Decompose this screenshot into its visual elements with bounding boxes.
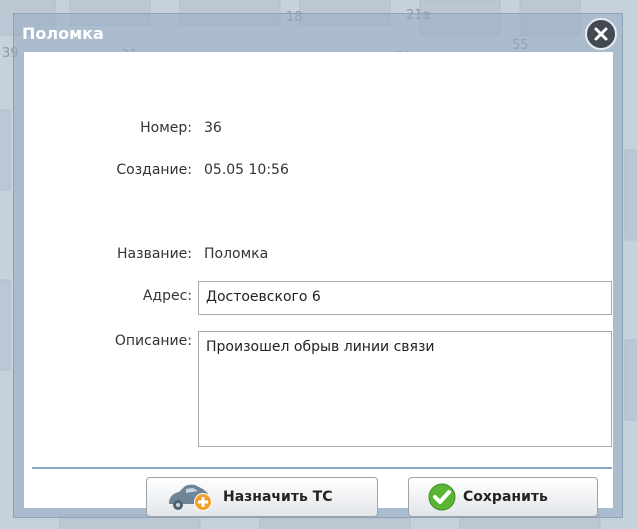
footer-divider: [32, 467, 612, 469]
breakdown-dialog: Поломка Номер: 36 Создание: 05.05 10:56 …: [13, 13, 623, 518]
address-input[interactable]: Достоевского 6: [198, 281, 612, 315]
name-value: Поломка: [204, 246, 269, 262]
dialog-title: Поломка: [22, 24, 104, 43]
address-label: Адрес:: [142, 288, 192, 304]
number-value: 36: [204, 120, 222, 136]
name-label: Название:: [117, 246, 192, 262]
assign-vehicle-button[interactable]: Назначить ТС: [146, 477, 378, 517]
save-label: Сохранить: [463, 489, 548, 505]
close-icon: [594, 27, 608, 41]
created-label: Создание:: [116, 162, 192, 178]
checkmark-icon: [427, 482, 457, 512]
description-textarea[interactable]: Произошел обрыв линии связи: [198, 331, 612, 447]
assign-vehicle-label: Назначить ТС: [223, 489, 333, 505]
number-label: Номер:: [140, 120, 192, 136]
close-button[interactable]: [585, 18, 617, 50]
created-value: 05.05 10:56: [204, 162, 289, 178]
dialog-body: Номер: 36 Создание: 05.05 10:56 Название…: [24, 52, 613, 517]
description-label: Описание:: [114, 333, 192, 349]
car-add-icon: [165, 482, 217, 512]
save-button[interactable]: Сохранить: [408, 477, 598, 517]
